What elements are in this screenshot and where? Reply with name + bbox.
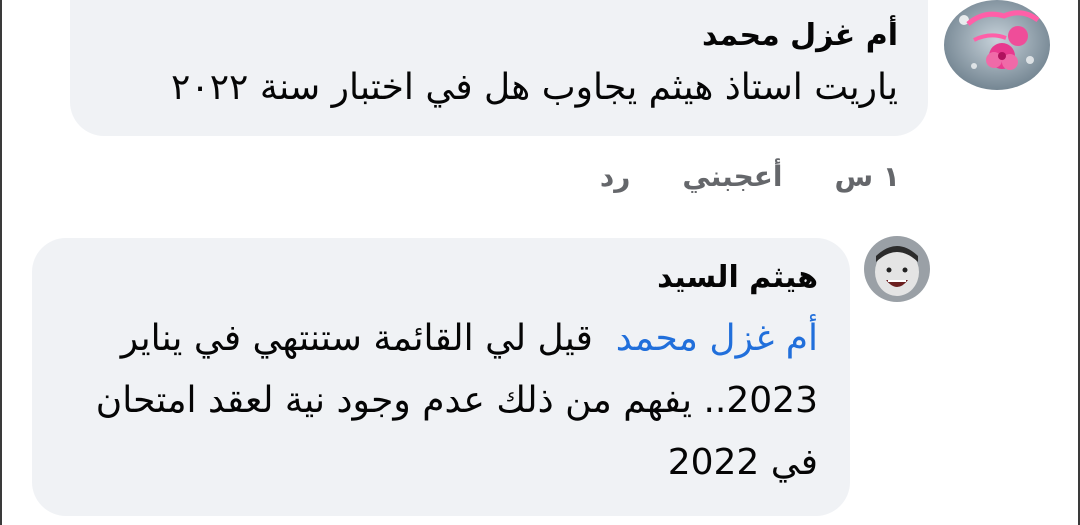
profile-picture-icon — [944, 0, 1050, 90]
comment-bubble: أم غزل محمد ياريت استاذ هيثم يجاوب هل في… — [70, 0, 928, 136]
comment-bubble: هيثم السيد أم غزل محمد قيل لي القائمة ست… — [32, 238, 850, 516]
avatar[interactable] — [864, 236, 930, 302]
comment-text: أم غزل محمد قيل لي القائمة ستنتهي في ينا… — [58, 308, 818, 494]
comment-actions: ١ س أعجبني رد — [600, 160, 900, 193]
mention-link[interactable]: أم غزل محمد — [616, 318, 818, 359]
avatar[interactable] — [944, 0, 1050, 90]
comment-text: ياريت استاذ هيثم يجاوب هل في اختبار سنة … — [171, 67, 898, 108]
comment-author[interactable]: أم غزل محمد — [100, 16, 898, 56]
profile-picture-icon — [864, 236, 930, 302]
like-button[interactable]: أعجبني — [682, 160, 782, 193]
frame-left-edge — [0, 0, 2, 525]
comment-timestamp[interactable]: ١ س — [835, 160, 900, 193]
reply-button[interactable]: رد — [600, 160, 631, 193]
comment-author[interactable]: هيثم السيد — [58, 258, 818, 298]
